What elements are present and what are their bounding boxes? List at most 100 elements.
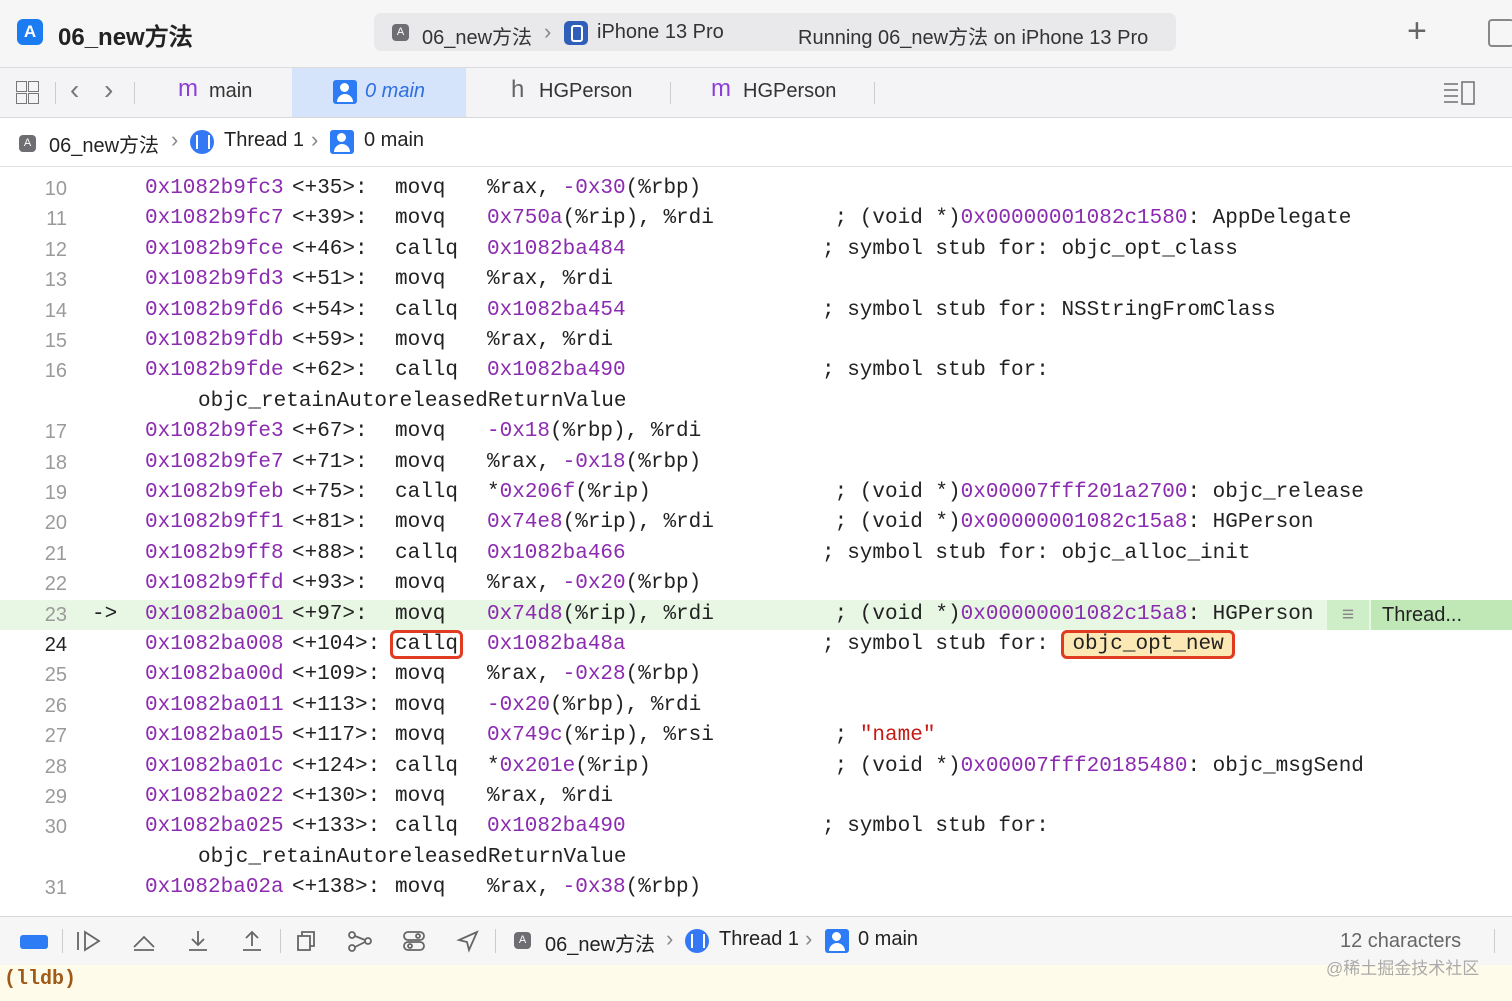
comment: ; symbol stub for: objc_opt_class: [822, 235, 1238, 265]
code-row[interactable]: 11 0x1082b9fc7 <+39>: movq 0x750a(%rip), %rd…: [0, 204, 1512, 234]
back-chevron-icon[interactable]: ‹: [70, 74, 79, 106]
instruction-address: 0x1082ba022: [145, 785, 284, 808]
code-row[interactable]: 18 0x1082b9fe7 <+71>: movq %rax, -0x18(%rbp): [0, 448, 1512, 478]
code-text: ; symbol stub for:: [822, 359, 1049, 383]
scheme-selector[interactable]: 06_new方法: [422, 21, 532, 50]
related-items-grid-icon[interactable]: [16, 81, 40, 105]
step-into-icon[interactable]: [186, 929, 210, 958]
code-row[interactable]: 29 0x1082ba022 <+130>: movq %rax, %rdi: [0, 782, 1512, 812]
code-row[interactable]: objc_retainAutoreleasedReturnValue: [0, 843, 1512, 873]
code-row[interactable]: 17 0x1082b9fe3 <+67>: movq -0x18(%rbp), %rdi: [0, 417, 1512, 447]
mnemonic: movq: [395, 420, 446, 444]
instruction-offset: <+71>:: [292, 450, 368, 474]
device-icon: [564, 21, 588, 45]
code-row[interactable]: 15 0x1082b9fdb <+59>: movq %rax, %rdi: [0, 326, 1512, 356]
activity-viewer[interactable]: A 06_new方法 › iPhone 13 Pro Running 06_ne…: [374, 13, 1176, 51]
code-text: %rax, %rdi: [487, 785, 614, 808]
hex-literal: -0x20: [487, 693, 551, 717]
header-file-icon: h: [511, 76, 525, 103]
code-row[interactable]: 16 0x1082b9fde <+62>: callq 0x1082ba490 ; sym…: [0, 356, 1512, 386]
jumpbar-frame[interactable]: 0 main: [364, 129, 424, 152]
thread-badge[interactable]: Thread...: [1371, 599, 1512, 630]
code-row[interactable]: 27 0x1082ba015 <+117>: movq 0x749c(%rip), %r…: [0, 721, 1512, 751]
code-row[interactable]: 31 0x1082ba02a <+138>: movq %rax, -0x38(%rbp…: [0, 873, 1512, 903]
operands: %rax, -0x30(%rbp): [487, 174, 701, 204]
breakpoints-toggle-icon[interactable]: [20, 935, 48, 949]
tab-main-m[interactable]: m main: [160, 68, 290, 117]
code-row[interactable]: 14 0x1082b9fd6 <+54>: callq 0x1082ba454 ; sym…: [0, 296, 1512, 326]
lldb-console[interactable]: (lldb) @稀土掘金技术社区: [0, 959, 1512, 1001]
code-row[interactable]: 13 0x1082b9fd3 <+51>: movq %rax, %rdi: [0, 265, 1512, 295]
instruction-offset: <+46>:: [292, 237, 368, 261]
tab-hgperson-h[interactable]: h HGPerson: [490, 68, 670, 117]
debug-project[interactable]: 06_new方法: [545, 928, 655, 957]
tab-label: HGPerson: [743, 80, 837, 102]
code-row[interactable]: 25 0x1082ba00d <+109>: movq %rax, -0x28(%rbp…: [0, 660, 1512, 690]
editor-tab-bar: ‹ › m main 0 main h HGPerson m HGPerson: [0, 68, 1512, 118]
operands: %rax, -0x18(%rbp): [487, 448, 701, 478]
code-row[interactable]: 12 0x1082b9fce <+46>: callq 0x1082ba484 ; sym…: [0, 235, 1512, 265]
code-row[interactable]: 24 0x1082ba008 <+104>: callq 0x1082ba48a ; sy…: [0, 630, 1512, 660]
comment: ; (void *)0x00007fff20185480: objc_msgSe…: [822, 752, 1364, 782]
forward-chevron-icon[interactable]: ›: [104, 74, 113, 106]
memory-graph-icon[interactable]: [346, 929, 374, 958]
mnemonic: movq: [395, 329, 446, 352]
step-out-icon[interactable]: [240, 929, 264, 958]
code-row[interactable]: 20 0x1082b9ff1 <+81>: movq 0x74e8(%rip), %rd…: [0, 508, 1512, 538]
inspector-toggle-icon[interactable]: [1488, 19, 1512, 47]
thread-badge-icon[interactable]: ≡: [1327, 599, 1369, 630]
divider: [670, 82, 671, 104]
disassembly-editor[interactable]: 10 0x1082b9fc3 <+35>: movq %rax, -0x30(%rbp)…: [0, 167, 1512, 915]
debug-view-hierarchy-icon[interactable]: [295, 929, 319, 958]
code-text: %rax,: [487, 572, 563, 596]
view-hierarchy-icon[interactable]: [130, 929, 158, 958]
line-number: 30: [44, 816, 67, 839]
jumpbar-thread[interactable]: Thread 1: [224, 129, 304, 152]
hex-literal: -0x38: [562, 876, 626, 900]
comment: ; (void *)0x00000001082c1580: AppDelegat…: [822, 204, 1352, 234]
debug-thread[interactable]: Thread 1: [719, 928, 799, 951]
code-text: (%rbp): [625, 663, 702, 687]
operands: 0x74e8(%rip), %rdi: [487, 508, 714, 538]
device-selector[interactable]: iPhone 13 Pro: [597, 21, 724, 44]
code-row[interactable]: 26 0x1082ba011 <+113>: movq -0x20(%rbp), %rd…: [0, 691, 1512, 721]
code-row[interactable]: 10 0x1082b9fc3 <+35>: movq %rax, -0x30(%rbp): [0, 174, 1512, 204]
code-row[interactable]: 19 0x1082b9feb <+75>: callq *0x206f(%rip) ; …: [0, 478, 1512, 508]
debug-frame[interactable]: 0 main: [858, 928, 918, 951]
environment-overrides-icon[interactable]: [402, 929, 426, 958]
code-text: (%rbp): [625, 450, 702, 474]
instruction-address: 0x1082ba01c: [145, 754, 284, 778]
tab-label: 0 main: [365, 80, 426, 102]
code-text: ; symbol stub for: objc_alloc_init: [822, 541, 1251, 565]
instruction-offset: <+138>:: [292, 876, 381, 900]
code-text: (%rbp), %rdi: [550, 420, 702, 444]
code-row[interactable]: 21 0x1082b9ff8 <+88>: callq 0x1082ba466 ; sym…: [0, 539, 1512, 569]
code-text: %rax,: [487, 177, 563, 200]
add-icon[interactable]: +: [1407, 12, 1427, 50]
code-row[interactable]: 30 0x1082ba025 <+133>: callq 0x1082ba490 ; sy…: [0, 812, 1512, 842]
operands: %rax, -0x20(%rbp): [487, 569, 701, 599]
tab-label: HGPerson: [539, 80, 633, 102]
objc-implementation-icon: m: [711, 75, 731, 102]
tab-hgperson-m[interactable]: m HGPerson: [690, 68, 874, 117]
continue-icon[interactable]: [75, 929, 103, 958]
tab-0-main[interactable]: 0 main: [292, 68, 466, 117]
code-row[interactable]: 22 0x1082b9ffd <+93>: movq %rax, -0x20(%rbp): [0, 569, 1512, 599]
simulate-location-icon[interactable]: [456, 929, 480, 958]
instruction-address: 0x1082ba011: [145, 693, 284, 717]
operands: -0x20(%rbp), %rdi: [487, 691, 701, 721]
mnemonic: movq: [395, 268, 446, 292]
editor-options-icon[interactable]: [1442, 80, 1476, 106]
current-instruction-row[interactable]: 23 -> 0x1082ba001 <+97>: movq 0x74d8(%rip), %…: [0, 599, 1512, 630]
instruction-address: 0x1082ba015: [145, 724, 284, 748]
instruction-offset: <+35>:: [292, 177, 368, 200]
hex-literal: 0x00007fff201a2700: [960, 481, 1188, 504]
code-row[interactable]: objc_retainAutoreleasedReturnValue: [0, 387, 1512, 417]
project-icon: A: [514, 932, 531, 949]
mnemonic: movq: [395, 177, 446, 200]
line-number: 29: [44, 786, 67, 808]
operands: 0x1082ba454: [487, 296, 626, 326]
jumpbar-project[interactable]: 06_new方法: [49, 129, 159, 158]
code-row[interactable]: 28 0x1082ba01c <+124>: callq *0x201e(%rip) ;…: [0, 752, 1512, 782]
code-text: (%rip): [575, 481, 651, 504]
